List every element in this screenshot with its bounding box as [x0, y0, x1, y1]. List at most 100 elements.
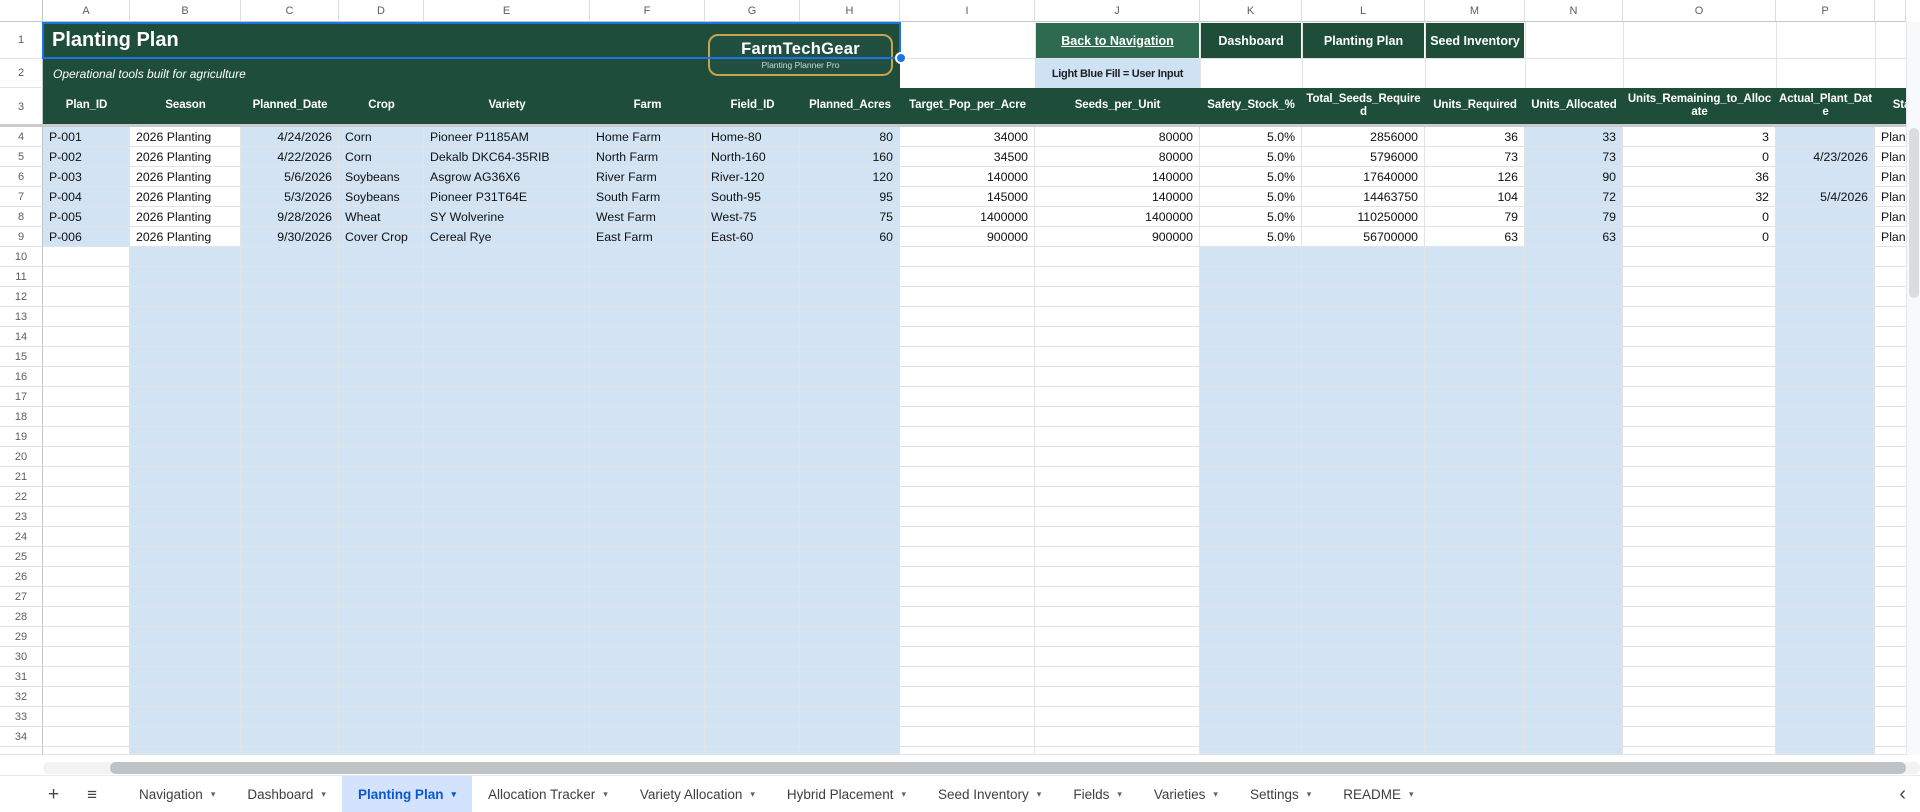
cell[interactable]: Home-80 [705, 127, 800, 147]
cell[interactable] [1776, 327, 1875, 347]
sheet-tab-seed-inventory[interactable]: Seed Inventory ▾ [922, 776, 1057, 812]
column-header-cell[interactable]: Variety [424, 88, 590, 124]
cell[interactable]: 63 [1425, 227, 1525, 247]
cell[interactable] [424, 487, 590, 507]
cell[interactable] [1623, 387, 1776, 407]
cell[interactable] [1425, 367, 1525, 387]
cell[interactable]: 5.0% [1200, 187, 1302, 207]
cell[interactable] [1302, 487, 1425, 507]
cell[interactable] [800, 287, 900, 307]
cell[interactable] [900, 547, 1035, 567]
cell[interactable] [43, 587, 130, 607]
cell[interactable] [43, 527, 130, 547]
cell[interactable] [1623, 647, 1776, 667]
cell[interactable] [1200, 327, 1302, 347]
cell[interactable] [800, 347, 900, 367]
column-letter[interactable]: L [1302, 0, 1425, 22]
cell[interactable] [424, 307, 590, 327]
cell[interactable] [424, 607, 590, 627]
cell[interactable] [1525, 747, 1623, 755]
cell[interactable] [590, 647, 705, 667]
cell[interactable] [241, 267, 339, 287]
cell[interactable] [590, 287, 705, 307]
cell[interactable] [800, 687, 900, 707]
cell[interactable] [1776, 487, 1875, 507]
row-number[interactable]: 12 [0, 287, 43, 307]
cell[interactable]: 900000 [900, 227, 1035, 247]
cell[interactable] [900, 347, 1035, 367]
cell[interactable] [900, 467, 1035, 487]
cell[interactable]: 120 [800, 167, 900, 187]
cell[interactable] [900, 327, 1035, 347]
cell[interactable] [800, 747, 900, 755]
cell[interactable] [1623, 327, 1776, 347]
row-number[interactable]: 34 [0, 727, 43, 747]
row-number[interactable]: 13 [0, 307, 43, 327]
cell[interactable] [1875, 607, 1906, 627]
column-letter[interactable]: M [1425, 0, 1525, 22]
cell[interactable] [1425, 567, 1525, 587]
cell[interactable] [130, 747, 241, 755]
cell[interactable] [1623, 667, 1776, 687]
cell[interactable] [1425, 467, 1525, 487]
row-number[interactable]: 18 [0, 407, 43, 427]
cell[interactable] [1875, 287, 1906, 307]
cell[interactable] [1035, 707, 1200, 727]
cell[interactable] [1875, 267, 1906, 287]
seed-inventory-button[interactable]: Seed Inventory [1426, 23, 1524, 58]
cell[interactable] [1200, 647, 1302, 667]
cell[interactable] [1302, 747, 1425, 755]
cell[interactable]: North Farm [590, 147, 705, 167]
cell[interactable] [1035, 607, 1200, 627]
cell[interactable] [590, 727, 705, 747]
cell[interactable] [1875, 487, 1906, 507]
cell[interactable] [705, 247, 800, 267]
cell[interactable] [1525, 687, 1623, 707]
cell[interactable] [1623, 347, 1776, 367]
column-letter[interactable]: O [1623, 0, 1776, 22]
cell[interactable] [241, 447, 339, 467]
vertical-scrollbar[interactable] [1906, 22, 1920, 755]
cell[interactable] [43, 467, 130, 487]
cell[interactable] [1525, 287, 1623, 307]
cell[interactable] [705, 667, 800, 687]
cell[interactable] [1525, 367, 1623, 387]
cell[interactable] [705, 687, 800, 707]
cell[interactable] [130, 247, 241, 267]
horizontal-scrollbar[interactable] [43, 762, 1920, 774]
cell[interactable] [900, 287, 1035, 307]
cell[interactable] [590, 567, 705, 587]
cell[interactable] [1302, 527, 1425, 547]
cell[interactable] [1200, 287, 1302, 307]
cell[interactable] [1875, 467, 1906, 487]
cell[interactable] [130, 327, 241, 347]
cell[interactable] [705, 427, 800, 447]
cell[interactable] [130, 607, 241, 627]
column-header-cell[interactable]: Target_Pop_per_Acre [900, 88, 1035, 124]
sheet-tab-fields[interactable]: Fields ▾ [1057, 776, 1138, 812]
cell[interactable] [1525, 727, 1623, 747]
cell[interactable] [241, 367, 339, 387]
row-number[interactable]: 25 [0, 547, 43, 567]
cell[interactable] [900, 747, 1035, 755]
cell[interactable] [1776, 367, 1875, 387]
cell[interactable] [1302, 407, 1425, 427]
cell[interactable]: 5/4/2026 [1776, 187, 1875, 207]
cell[interactable] [590, 447, 705, 467]
cell[interactable] [1875, 347, 1906, 367]
cell[interactable] [1776, 587, 1875, 607]
cell[interactable]: Asgrow AG36X6 [424, 167, 590, 187]
cell[interactable] [1425, 487, 1525, 507]
row-number[interactable]: 15 [0, 347, 43, 367]
cell[interactable]: West-75 [705, 207, 800, 227]
cell[interactable] [1776, 567, 1875, 587]
cell[interactable] [1525, 347, 1623, 367]
cell[interactable] [1525, 707, 1623, 727]
cell[interactable] [1035, 247, 1200, 267]
cell[interactable]: 1400000 [900, 207, 1035, 227]
cell[interactable] [424, 387, 590, 407]
column-letter[interactable]: P [1776, 0, 1875, 22]
cell[interactable]: Corn [339, 147, 424, 167]
cell[interactable] [1302, 627, 1425, 647]
cell[interactable] [1875, 687, 1906, 707]
